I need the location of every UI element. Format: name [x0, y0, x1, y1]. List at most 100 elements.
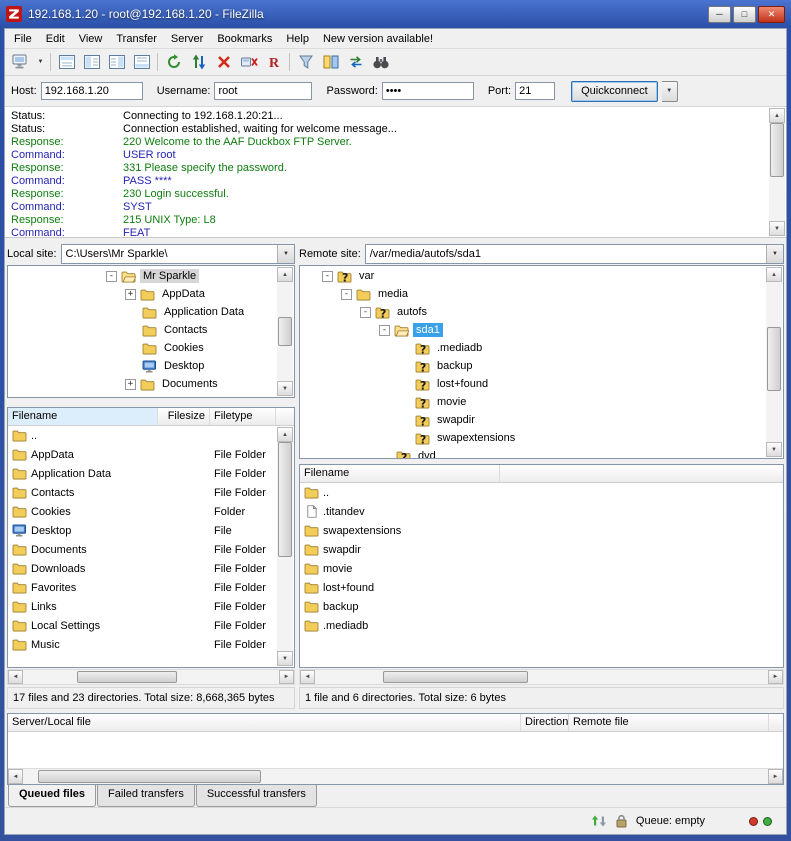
remote-file-row-[interactable]: ..: [300, 483, 783, 502]
remote-tree-item-mediadb[interactable]: ?.mediadb: [303, 339, 765, 357]
scroll-track[interactable]: [277, 442, 293, 651]
menu-transfer[interactable]: Transfer: [109, 31, 164, 47]
local-tree-item-appdata[interactable]: +AppData: [11, 285, 276, 303]
queue-column-header-remote-file[interactable]: Remote file: [569, 714, 769, 731]
dropdown-arrow-icon[interactable]: ▼: [277, 245, 294, 263]
queue-column-header-direction[interactable]: Direction: [521, 714, 569, 731]
site-manager-button[interactable]: [9, 51, 34, 74]
collapse-expander-icon[interactable]: -: [341, 289, 352, 300]
local-file-row-cookies[interactable]: CookiesFolder: [8, 502, 294, 521]
local-tree-item-cookies[interactable]: Cookies: [11, 339, 276, 357]
scroll-thumb[interactable]: [77, 671, 177, 683]
remote-list-hscrollbar[interactable]: ◄►: [299, 669, 784, 685]
scroll-left-button[interactable]: ◄: [300, 670, 315, 684]
minimize-button[interactable]: ─: [708, 6, 731, 23]
scroll-left-button[interactable]: ◄: [8, 769, 23, 784]
local-tree-item-contacts[interactable]: Contacts: [11, 321, 276, 339]
scroll-up-button[interactable]: ▲: [769, 108, 785, 123]
scroll-thumb[interactable]: [278, 442, 292, 557]
toggle-remote-tree-button[interactable]: [104, 51, 129, 74]
remote-tree-item-movie[interactable]: ?movie: [303, 393, 765, 411]
synchronized-browsing-button[interactable]: [343, 51, 368, 74]
encryption-icon[interactable]: [615, 814, 628, 828]
expand-expander-icon[interactable]: +: [125, 289, 136, 300]
local-column-header-filetype[interactable]: Filetype: [210, 408, 276, 425]
remote-tree-item-backup[interactable]: ?backup: [303, 357, 765, 375]
scroll-track[interactable]: [277, 282, 293, 381]
local-list-scrollbar[interactable]: ▲▼: [277, 427, 293, 666]
local-file-row-local-settings[interactable]: Local SettingsFile Folder: [8, 616, 294, 635]
remote-file-row-swapextensions[interactable]: swapextensions: [300, 521, 783, 540]
dropdown-arrow-icon[interactable]: ▼: [766, 245, 783, 263]
remote-tree-item-sda1[interactable]: -sda1: [303, 321, 765, 339]
local-file-row-appdata[interactable]: AppDataFile Folder: [8, 445, 294, 464]
menu-server[interactable]: Server: [164, 31, 210, 47]
local-column-header-filename[interactable]: Filename: [8, 408, 158, 425]
collapse-expander-icon[interactable]: -: [322, 271, 333, 282]
remote-file-row-swapdir[interactable]: swapdir: [300, 540, 783, 559]
scroll-thumb[interactable]: [38, 770, 262, 783]
port-input[interactable]: [515, 82, 555, 100]
expand-expander-icon[interactable]: +: [125, 379, 136, 390]
local-tree-splitter[interactable]: [7, 398, 295, 407]
local-file-row-application-data[interactable]: Application DataFile Folder: [8, 464, 294, 483]
title-bar[interactable]: 192.168.1.20 - root@192.168.1.20 - FileZ…: [4, 0, 787, 28]
local-file-row-downloads[interactable]: DownloadsFile Folder: [8, 559, 294, 578]
remote-tree-item-var[interactable]: -?var: [303, 267, 765, 285]
menu-new-version-available[interactable]: New version available!: [316, 31, 440, 47]
remote-tree-item-autofs[interactable]: -?autofs: [303, 303, 765, 321]
local-list-hscrollbar[interactable]: ◄►: [7, 669, 295, 685]
local-tree-scrollbar[interactable]: ▲▼: [277, 267, 293, 396]
local-tree-item-application-data[interactable]: Application Data: [11, 303, 276, 321]
local-tree-item-mr-sparkle[interactable]: -Mr Sparkle: [11, 267, 276, 285]
remote-file-row-titandev[interactable]: .titandev: [300, 502, 783, 521]
remote-file-row-backup[interactable]: backup: [300, 597, 783, 616]
menu-file[interactable]: File: [7, 31, 39, 47]
menu-help[interactable]: Help: [279, 31, 316, 47]
menu-view[interactable]: View: [72, 31, 110, 47]
scroll-down-button[interactable]: ▼: [766, 442, 782, 457]
local-file-row-links[interactable]: LinksFile Folder: [8, 597, 294, 616]
scroll-up-button[interactable]: ▲: [277, 427, 293, 442]
directory-comparison-button[interactable]: [318, 51, 343, 74]
local-tree-item-desktop[interactable]: Desktop: [11, 357, 276, 375]
host-input[interactable]: [41, 82, 143, 100]
scroll-down-button[interactable]: ▼: [277, 651, 293, 666]
tab-queued-files[interactable]: Queued files: [8, 785, 96, 807]
scroll-track[interactable]: [766, 282, 782, 442]
site-manager-dropdown-button[interactable]: ▼: [34, 51, 47, 74]
remote-file-row-movie[interactable]: movie: [300, 559, 783, 578]
find-button[interactable]: [368, 51, 393, 74]
remote-tree-item-swapdir[interactable]: ?swapdir: [303, 411, 765, 429]
speed-limits-icon[interactable]: [591, 814, 607, 828]
remote-site-combo[interactable]: /var/media/autofs/sda1 ▼: [365, 244, 784, 264]
scroll-thumb[interactable]: [383, 671, 528, 683]
queue-hscrollbar[interactable]: ◄►: [8, 768, 783, 784]
username-input[interactable]: [214, 82, 312, 100]
disconnect-button[interactable]: [236, 51, 261, 74]
local-tree-item-documents[interactable]: +Documents: [11, 375, 276, 393]
message-log-scrollbar[interactable]: ▲▼: [769, 108, 785, 236]
remote-file-row-lost-found[interactable]: lost+found: [300, 578, 783, 597]
local-column-header-filesize[interactable]: Filesize: [158, 408, 210, 425]
scroll-thumb[interactable]: [767, 327, 781, 391]
reconnect-button[interactable]: R: [261, 51, 286, 74]
remote-tree-item-lost-found[interactable]: ?lost+found: [303, 375, 765, 393]
toggle-local-tree-button[interactable]: [79, 51, 104, 74]
remote-tree-item-swapextensions[interactable]: ?swapextensions: [303, 429, 765, 447]
scroll-track[interactable]: [23, 769, 768, 784]
collapse-expander-icon[interactable]: -: [379, 325, 390, 336]
maximize-button[interactable]: □: [733, 6, 756, 23]
scroll-track[interactable]: [769, 123, 785, 221]
menu-edit[interactable]: Edit: [39, 31, 72, 47]
filter-button[interactable]: [293, 51, 318, 74]
local-tree-item-downloads[interactable]: Downloads: [11, 393, 276, 398]
cancel-button[interactable]: [211, 51, 236, 74]
remote-column-header-filename[interactable]: Filename: [300, 465, 500, 482]
scroll-up-button[interactable]: ▲: [277, 267, 293, 282]
local-file-row-[interactable]: ..: [8, 426, 294, 445]
scroll-thumb[interactable]: [770, 123, 784, 177]
queue-column-header-server-local-file[interactable]: Server/Local file: [8, 714, 521, 731]
scroll-down-button[interactable]: ▼: [277, 381, 293, 396]
toggle-message-log-button[interactable]: [54, 51, 79, 74]
